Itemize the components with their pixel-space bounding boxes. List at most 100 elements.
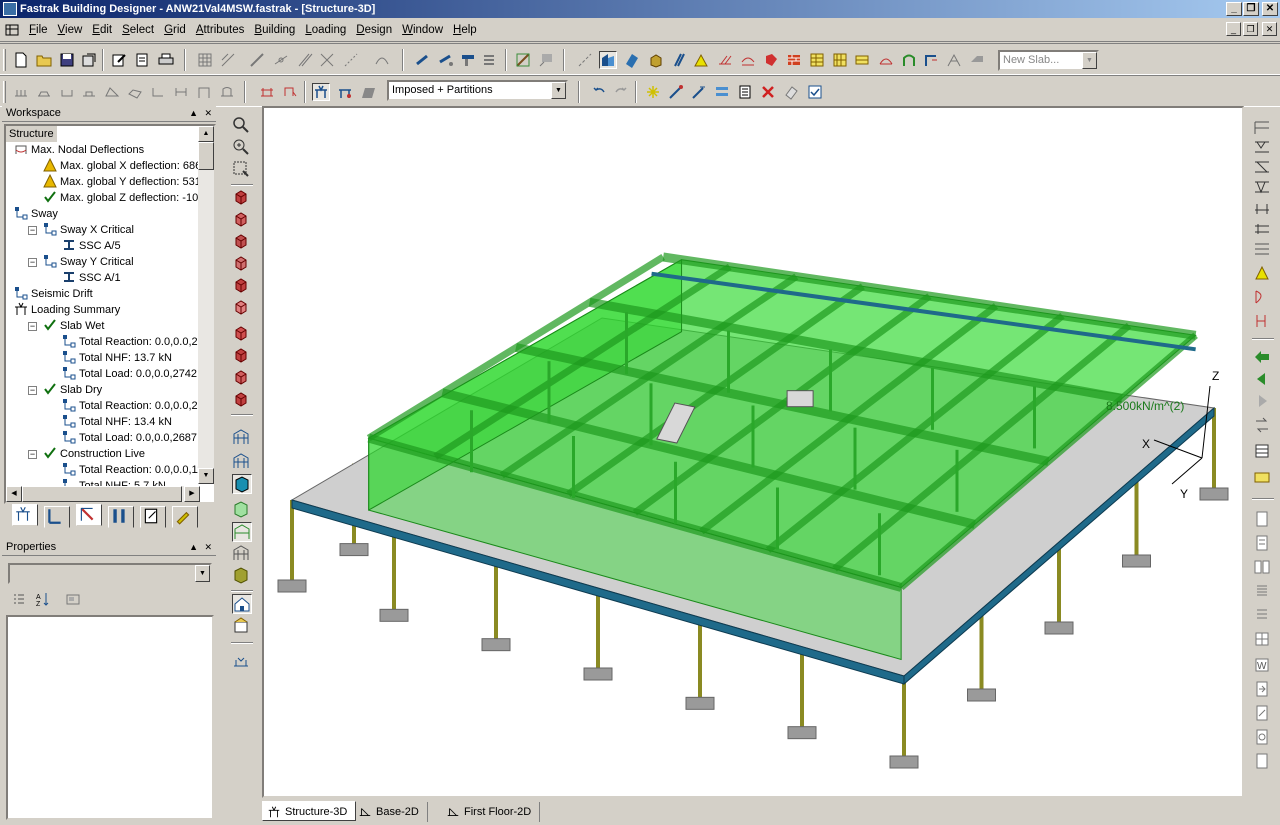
- sparkle-icon[interactable]: [644, 83, 662, 101]
- load-decomp-icon[interactable]: [258, 83, 276, 101]
- restore-button[interactable]: ❐: [1243, 2, 1259, 16]
- report-table-icon[interactable]: [1253, 630, 1273, 650]
- frame-render-icon[interactable]: [232, 452, 252, 472]
- line-loads-icon[interactable]: [1253, 200, 1273, 220]
- next-icon[interactable]: [1253, 392, 1273, 412]
- pin-icon[interactable]: ▲: [189, 540, 198, 555]
- tab-design[interactable]: [108, 506, 134, 528]
- scroll-down-icon[interactable]: ▼: [198, 468, 214, 484]
- vertical-scrollbar[interactable]: ▲ ▼: [198, 126, 214, 484]
- load-decomp-2-icon[interactable]: [281, 83, 299, 101]
- view-top-icon[interactable]: [232, 276, 252, 296]
- word-export-icon[interactable]: W: [1253, 656, 1273, 676]
- portal-frame-icon[interactable]: [900, 51, 918, 69]
- tree-collapse-button[interactable]: −: [28, 226, 37, 235]
- result-table-icon[interactable]: [1253, 442, 1273, 462]
- tree-item[interactable]: Construction Live: [43, 446, 145, 462]
- result-arrows-icon[interactable]: [1253, 416, 1273, 436]
- deck-icon[interactable]: [623, 51, 641, 69]
- frame-diagram-icon[interactable]: [1253, 158, 1273, 178]
- solid-render-icon[interactable]: [232, 474, 252, 494]
- delete-line-icon[interactable]: [318, 51, 336, 69]
- tab-structure[interactable]: [12, 504, 38, 526]
- scroll-thumb[interactable]: [198, 142, 214, 170]
- zoom-extents-icon[interactable]: [232, 138, 252, 158]
- tree-collapse-button[interactable]: −: [28, 386, 37, 395]
- close-icon[interactable]: ✕: [204, 106, 212, 121]
- surface-icon[interactable]: [359, 83, 377, 101]
- tree-item[interactable]: Sway: [14, 206, 58, 222]
- bracing-icon[interactable]: [514, 51, 532, 69]
- truss-diagram-icon[interactable]: [1253, 178, 1273, 198]
- report-lines-icon[interactable]: [1253, 582, 1273, 602]
- menu-view[interactable]: View: [53, 18, 88, 42]
- area-load-icon[interactable]: [762, 51, 780, 69]
- page-icon[interactable]: [1253, 510, 1273, 530]
- prev-icon[interactable]: [1253, 370, 1273, 390]
- roof-icon[interactable]: [968, 51, 986, 69]
- new-file-icon[interactable]: [12, 51, 30, 69]
- view-right-icon[interactable]: [232, 254, 252, 274]
- block-icon[interactable]: [647, 51, 665, 69]
- pin-icon[interactable]: ▲: [189, 106, 198, 121]
- grid-labels-icon[interactable]: [1253, 240, 1273, 260]
- view-back-icon[interactable]: [232, 210, 252, 230]
- doc-icon[interactable]: [4, 22, 20, 38]
- page-lines-icon[interactable]: [1253, 534, 1273, 554]
- load-display-icon[interactable]: [1253, 264, 1273, 284]
- menu-building[interactable]: Building: [249, 18, 300, 42]
- transparent-render-icon[interactable]: [232, 500, 252, 520]
- rotate-x-icon[interactable]: [232, 324, 252, 344]
- view-left-icon[interactable]: [232, 232, 252, 252]
- tree-item[interactable]: Sway Y Critical: [43, 254, 134, 270]
- tree-item[interactable]: Total Reaction: 0.0,0.0,268: [62, 398, 210, 414]
- tree-item[interactable]: Total Load: 0.0,0.0,2742.0: [62, 366, 206, 382]
- properties-object-combo[interactable]: ▼: [8, 563, 212, 584]
- report-list-icon[interactable]: [1253, 606, 1273, 626]
- print-report-icon[interactable]: [1253, 704, 1273, 724]
- two-page-icon[interactable]: [1253, 558, 1273, 578]
- scroll-left-icon[interactable]: ◀: [6, 486, 22, 502]
- solid-cube-icon[interactable]: [232, 566, 252, 586]
- tree-item[interactable]: Loading Summary: [14, 302, 120, 318]
- brick-wall-icon[interactable]: [785, 51, 803, 69]
- annotation-icon[interactable]: [537, 51, 555, 69]
- wall-footing-icon[interactable]: [195, 83, 213, 101]
- print-icon[interactable]: [157, 51, 175, 69]
- slab-icon[interactable]: [599, 51, 617, 69]
- chevron-down-icon[interactable]: ▼: [551, 82, 566, 99]
- save-icon[interactable]: [58, 51, 76, 69]
- view-default-icon[interactable]: [232, 390, 252, 410]
- tree-item[interactable]: Sway X Critical: [43, 222, 134, 238]
- point-load-icon[interactable]: [716, 51, 734, 69]
- toolbar-grip[interactable]: [3, 49, 6, 71]
- tree-item[interactable]: Seismic Drift: [14, 286, 93, 302]
- tab-loading[interactable]: [44, 506, 70, 528]
- member-labels-icon[interactable]: [1253, 118, 1273, 138]
- table-icon[interactable]: [808, 51, 826, 69]
- zoom-window-icon[interactable]: [232, 160, 252, 180]
- moment-frame-icon[interactable]: [922, 51, 940, 69]
- export-icon[interactable]: [1253, 680, 1273, 700]
- tree-item[interactable]: Total Load: 0.0,0.0,2687.0: [62, 430, 206, 446]
- view-iso-icon[interactable]: [232, 298, 252, 318]
- menu-window[interactable]: Window: [397, 18, 448, 42]
- eraser-icon[interactable]: [782, 83, 800, 101]
- loadcase-combo[interactable]: Imposed + Partitions ▼: [387, 80, 568, 101]
- mdi-close-button[interactable]: ✕: [1262, 22, 1277, 36]
- close-report-icon[interactable]: [1253, 752, 1273, 772]
- strip-footing-icon[interactable]: [80, 83, 98, 101]
- property-pages-icon[interactable]: [64, 590, 82, 608]
- redo-icon[interactable]: [612, 83, 630, 101]
- tree-item[interactable]: Total NHF: 13.4 kN: [62, 414, 172, 430]
- tree-item[interactable]: Slab Dry: [43, 382, 102, 398]
- scroll-right-icon[interactable]: ▶: [184, 486, 200, 502]
- menu-design[interactable]: Design: [351, 18, 397, 42]
- tree-collapse-button[interactable]: −: [28, 450, 37, 459]
- mat-icon[interactable]: [126, 83, 144, 101]
- hscroll-thumb[interactable]: [22, 486, 182, 502]
- dimension-icon[interactable]: [272, 51, 290, 69]
- section-labels-icon[interactable]: [1253, 138, 1273, 158]
- report-icon[interactable]: [736, 83, 754, 101]
- pad-base-icon[interactable]: [35, 83, 53, 101]
